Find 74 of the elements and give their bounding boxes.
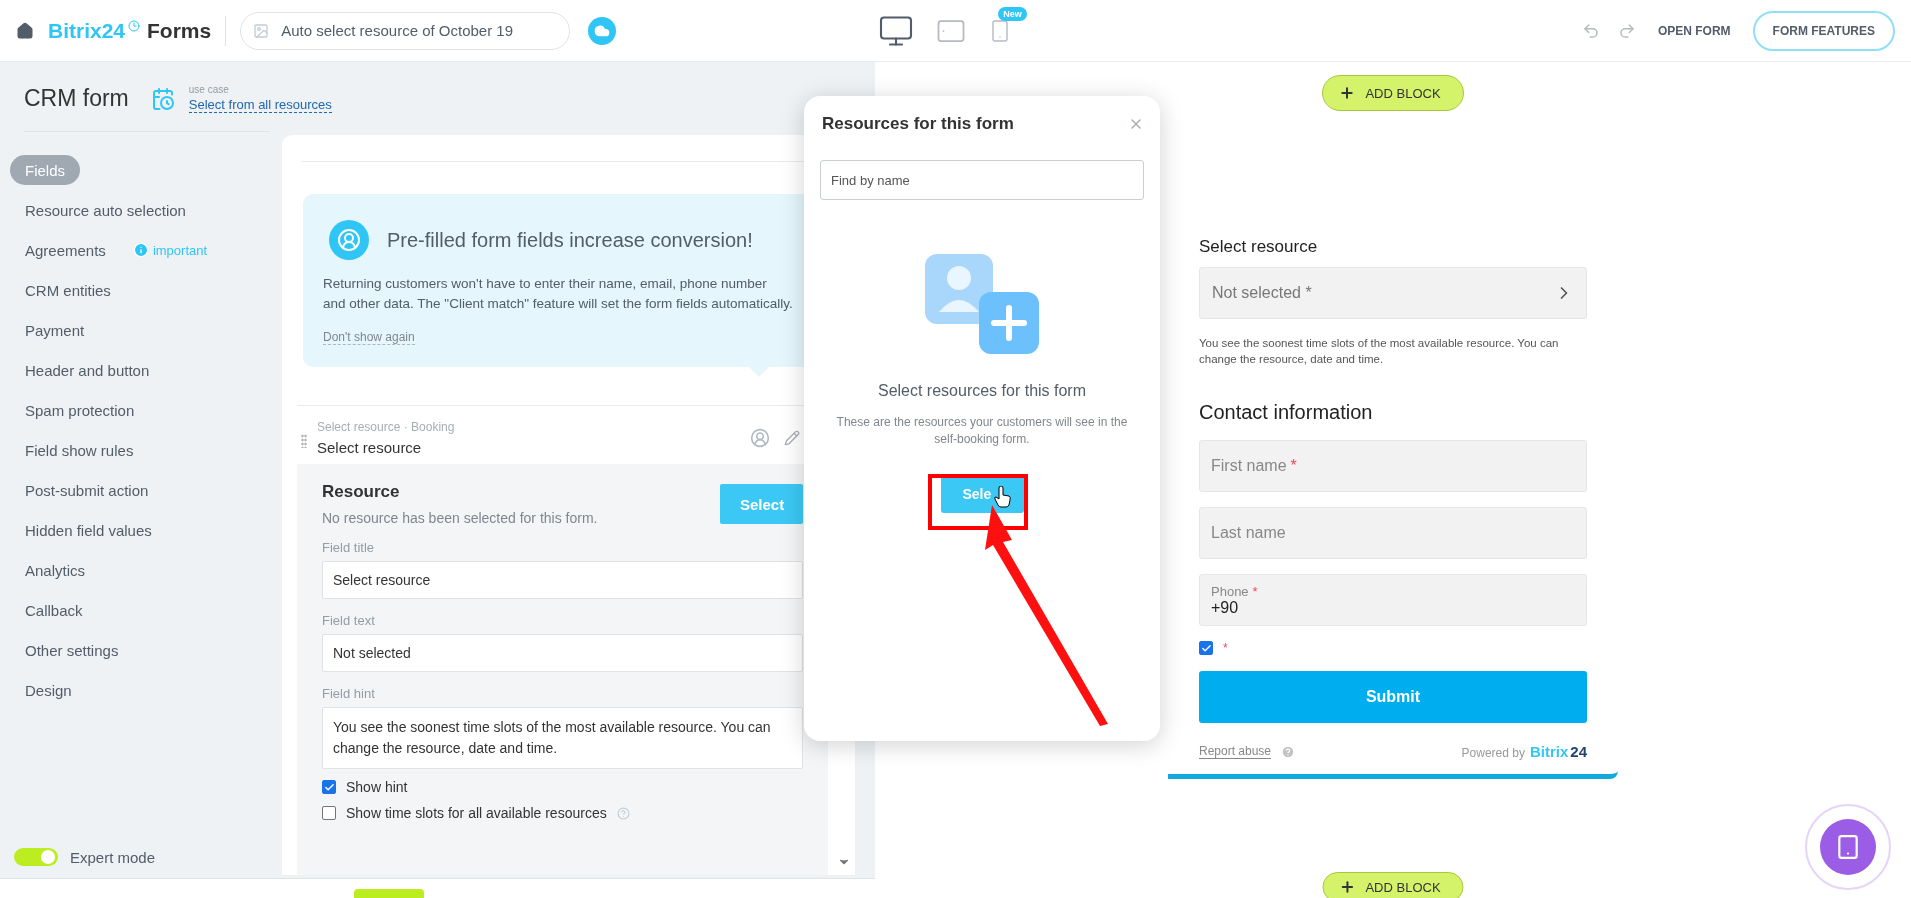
nav-item[interactable]: Other settings	[10, 635, 134, 665]
page-title: CRM form	[24, 85, 129, 112]
input-label: Field text	[322, 613, 376, 628]
input-label: Field title	[322, 540, 376, 555]
new-badge: New	[998, 6, 1027, 21]
mobile-preview-button[interactable]	[1805, 804, 1891, 890]
logo-product: Forms	[147, 18, 212, 43]
preview-label: Select resource	[1199, 237, 1319, 257]
nav-item[interactable]: Hidden field values	[10, 515, 167, 545]
checkbox-label: Show time slots for all available resources	[346, 805, 607, 821]
nav-item[interactable]: Post-submit action	[10, 475, 164, 505]
nav-item[interactable]: Analytics	[10, 555, 101, 585]
plus-icon	[1339, 879, 1356, 895]
resource-note: No resource has been selected for this form.	[322, 510, 598, 526]
report-abuse-link[interactable]: Report abuse	[1199, 744, 1272, 759]
dialog-title: Resources for this form	[822, 114, 1014, 134]
expert-mode-label: Expert mode	[70, 848, 156, 866]
resource-title: Resource	[322, 482, 401, 502]
clock-icon	[128, 19, 141, 32]
dismiss-link[interactable]: Don't show again	[323, 330, 415, 345]
drag-handle-icon[interactable]	[301, 434, 307, 448]
use-case-link[interactable]: Select from all resources	[188, 97, 332, 113]
required-mark: *	[1223, 641, 1228, 655]
edit-icon[interactable]	[784, 430, 800, 446]
expert-mode-toggle[interactable]	[14, 848, 58, 866]
checkbox[interactable]	[322, 780, 336, 794]
nav-item[interactable]: Field show rules	[10, 435, 149, 465]
powered-by: Powered by Bitrix24	[1461, 743, 1587, 760]
banner-title: Pre-filled form fields increase conversion!	[387, 228, 753, 252]
nav-item[interactable]: Payment	[10, 315, 100, 345]
input-field[interactable]: Not selected	[322, 634, 803, 672]
image-icon	[253, 22, 270, 39]
nav-item[interactable]: Agreements	[10, 235, 121, 265]
preview-field[interactable]: First name *	[1199, 440, 1587, 492]
input-field[interactable]: You see the soonest time slots of the most available resource. You can change the resource, date and time.	[322, 707, 803, 769]
add-user-icon	[923, 252, 1041, 356]
field-name: Select resource	[317, 439, 423, 456]
field-path: Select resource · Booking	[317, 420, 455, 434]
add-block-button[interactable]: ADD BLOCK	[1322, 872, 1464, 898]
empty-title: Select resources for this form	[877, 382, 1087, 400]
nav-item[interactable]: Spam protection	[10, 395, 150, 425]
home-icon[interactable]	[16, 21, 34, 40]
checkbox-label: Show hint	[346, 779, 408, 795]
use-case-label: use case	[188, 84, 230, 95]
resource-select[interactable]: Not selected *	[1199, 267, 1587, 319]
calendar-icon	[150, 86, 175, 111]
undo-icon[interactable]	[1581, 21, 1600, 40]
open-form-button[interactable]: OPEN FORM	[1653, 19, 1735, 42]
nav-item[interactable]: Callback	[10, 595, 98, 625]
redo-icon[interactable]	[1617, 21, 1636, 40]
tablet-icon	[1835, 834, 1861, 860]
nav-item[interactable]: CRM entities	[10, 275, 126, 305]
nav-item[interactable]: Resource auto selection	[10, 195, 201, 225]
input-field[interactable]: Select resource	[322, 561, 803, 599]
empty-text: These are the resources your customers will see in the self-booking form.	[835, 414, 1129, 448]
form-features-button[interactable]: FORM FEATURES	[1752, 10, 1895, 51]
nav-item[interactable]: Header and button	[10, 355, 165, 385]
preview-hint: You see the soonest time slots of the most available resource. You can change the resource, date and time.	[1199, 336, 1560, 367]
checkbox[interactable]	[322, 806, 336, 820]
banner-text: Returning customers won't have to enter their name, email, phone number and other data. The "Client match" feature will set the form fields automatically.	[323, 275, 793, 313]
user-icon[interactable]	[750, 428, 770, 448]
search-field[interactable]: Find by name	[820, 160, 1144, 200]
nav-item[interactable]: Design	[10, 675, 87, 705]
help-icon[interactable]	[616, 806, 630, 820]
bottom-button[interactable]	[354, 889, 424, 898]
add-block-button[interactable]: ADD BLOCK	[1322, 75, 1464, 111]
preview-field[interactable]: Phone * +90	[1199, 574, 1587, 626]
input-label: Field hint	[322, 686, 376, 701]
consent-checkbox[interactable]	[1199, 641, 1213, 655]
logo-brand: Bitrix24	[48, 18, 126, 43]
preview-field[interactable]: Last name	[1199, 507, 1587, 559]
section-title: Contact information	[1199, 401, 1374, 424]
hand-cursor-icon	[994, 486, 1012, 508]
cloud-icon[interactable]	[588, 16, 617, 45]
